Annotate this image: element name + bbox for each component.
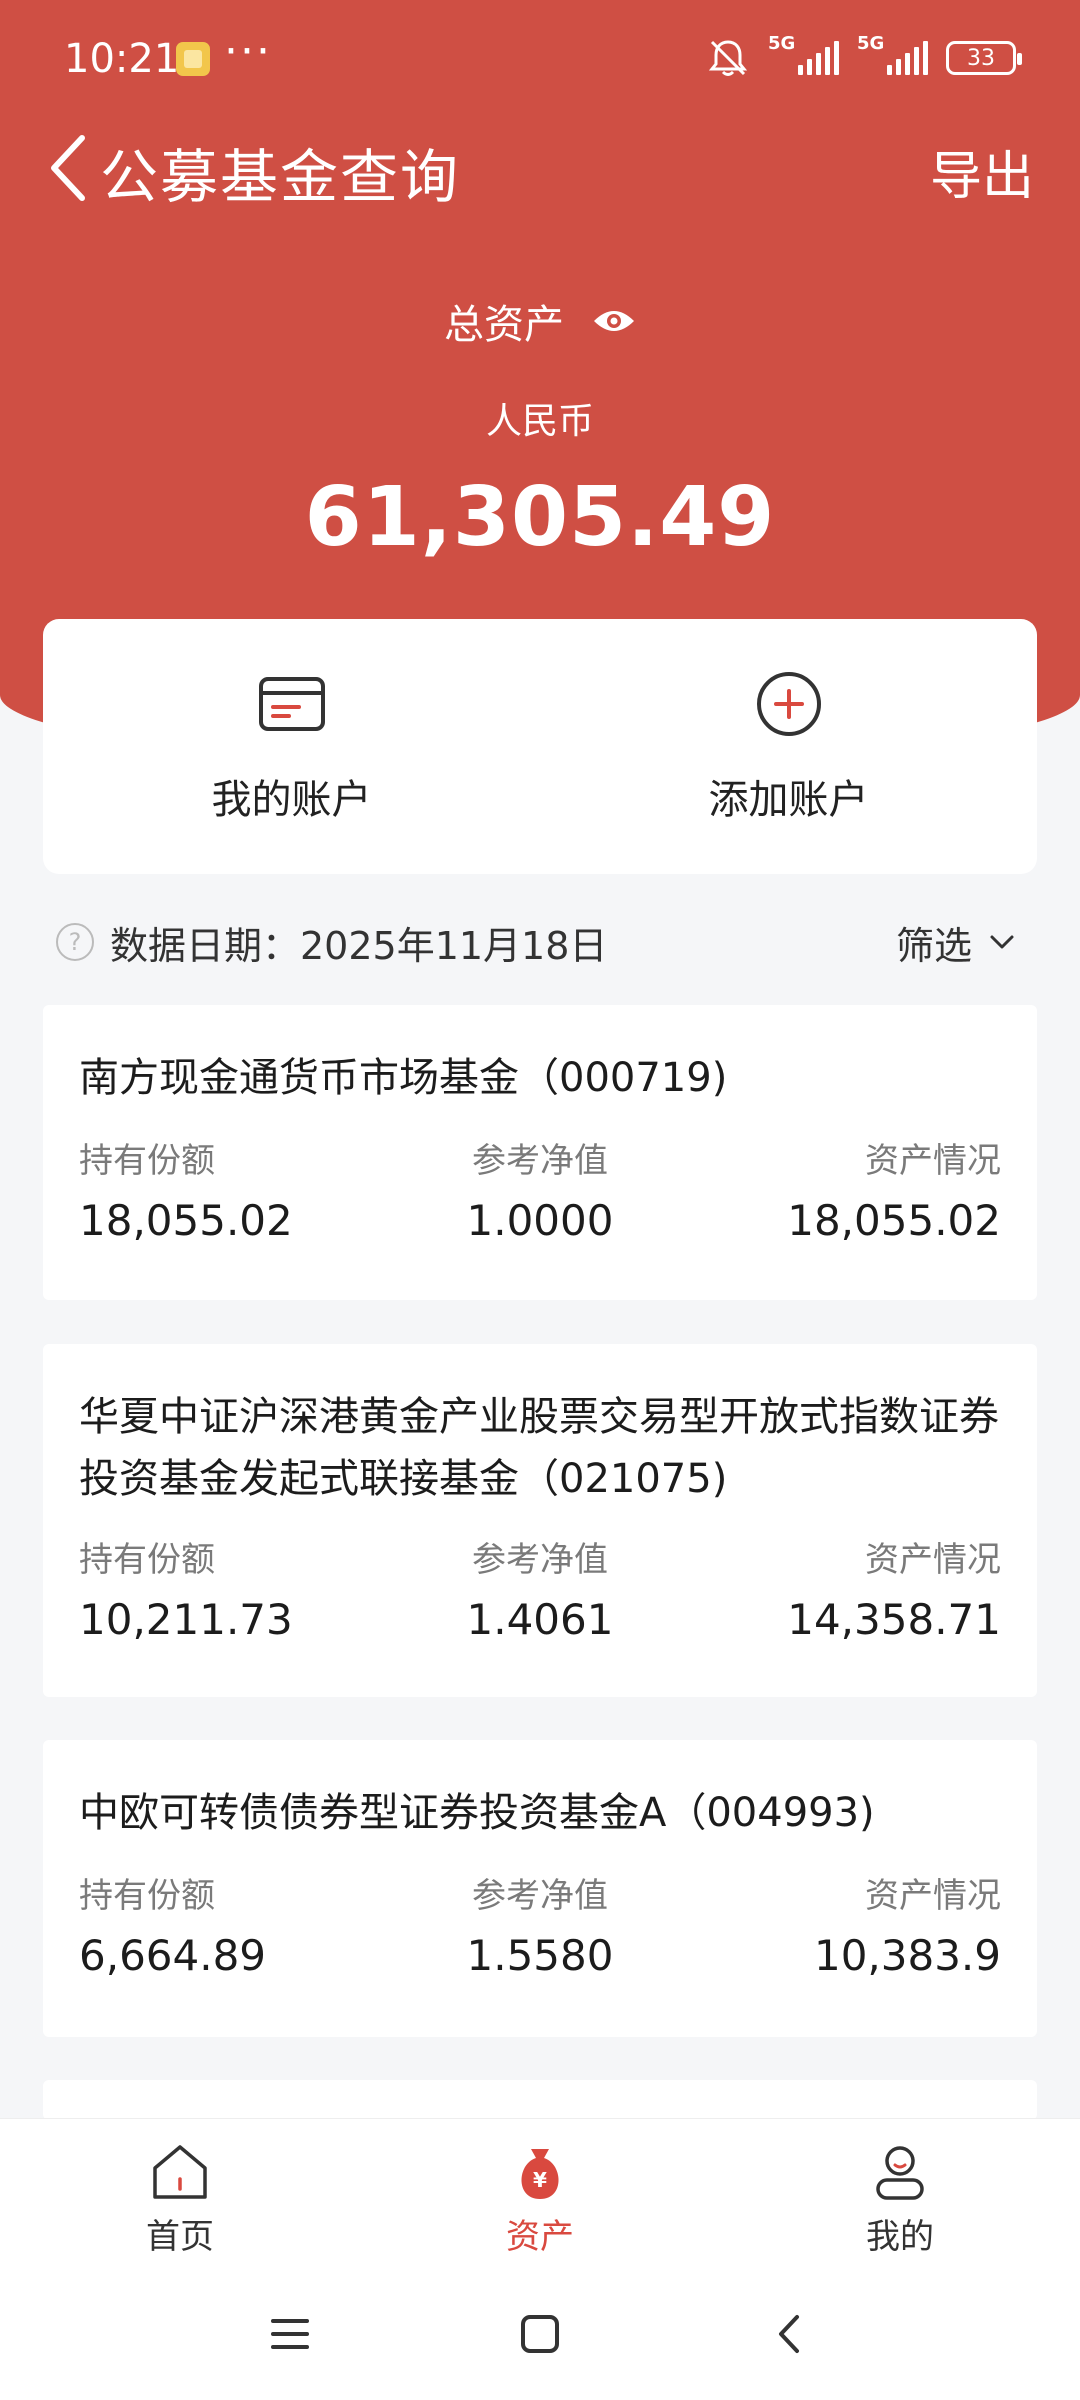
total-assets-value: 61,305.49 xyxy=(304,470,776,565)
filter-button[interactable]: 筛选 xyxy=(896,915,1016,970)
battery-icon: 33 xyxy=(946,41,1022,75)
asset-header: 资产情况 xyxy=(865,1141,1001,1181)
nav-header: 参考净值 xyxy=(472,1876,608,1916)
chevron-down-icon xyxy=(990,935,1014,949)
fund-card[interactable]: 华夏中证沪深港黄金产业股票交易型开放式指数证券投资基金发起式联接基金（02107… xyxy=(43,1344,1037,1697)
data-date: 数据日期：2025年11月18日 xyxy=(110,923,608,968)
tab-assets-label: 资产 xyxy=(506,2217,574,2257)
add-account-label: 添加账户 xyxy=(708,777,869,823)
fund-values: 持有份额 10,211.73 参考净值 1.4061 资产情况 14,358.7… xyxy=(79,1532,1001,1644)
tab-home[interactable]: 首页 xyxy=(0,2119,360,2268)
help-icon[interactable]: ? xyxy=(56,923,94,961)
mute-icon xyxy=(708,40,748,76)
signal-icon-2: 5G xyxy=(857,33,928,75)
fund-name: 南方现金通货币市场基金（000719) xyxy=(79,1055,728,1101)
system-navigation-bar xyxy=(0,2268,1080,2400)
asset-header: 资产情况 xyxy=(865,1540,1001,1580)
asset-value: 14,358.71 xyxy=(787,1595,1001,1644)
bottom-tab-bar: 首页 ¥ 资产 我的 xyxy=(0,2118,1080,2268)
svg-text:¥: ¥ xyxy=(533,2168,547,2192)
signal-icon-1: 5G xyxy=(768,33,839,75)
nav-value: 1.4061 xyxy=(466,1595,614,1644)
tab-mine[interactable]: 我的 xyxy=(720,2119,1080,2268)
status-icons: 5G 5G 33 xyxy=(706,33,1022,78)
fund-name: 华夏中证沪深港黄金产业股票交易型开放式指数证券投资基金发起式联接基金（02107… xyxy=(79,1394,999,1502)
back-arrow-icon[interactable] xyxy=(40,128,96,208)
nav-header: 参考净值 xyxy=(472,1540,608,1580)
notification-app-icon xyxy=(176,42,210,76)
shares-header: 持有份额 xyxy=(79,1876,215,1916)
status-bar: 10:21 ··· 5G 5G 33 xyxy=(0,0,1080,120)
plus-circle-icon xyxy=(756,672,821,736)
page-title: 公募基金查询 xyxy=(100,143,461,211)
asset-value: 10,383.9 xyxy=(813,1931,1001,1980)
fund-values: 持有份额 18,055.02 参考净值 1.0000 资产情况 18,055.0… xyxy=(79,1133,1001,1245)
export-button[interactable]: 导出 xyxy=(930,134,1034,209)
shares-value: 18,055.02 xyxy=(79,1196,293,1245)
currency-label: 人民币 xyxy=(485,401,594,442)
shares-value: 6,664.89 xyxy=(79,1931,267,1980)
tab-home-label: 首页 xyxy=(146,2217,214,2257)
fund-name: 中欧可转债债券型证券投资基金A（004993) xyxy=(79,1790,875,1836)
total-assets-label-row: 总资产 xyxy=(0,292,1080,350)
shares-header: 持有份额 xyxy=(79,1540,215,1580)
money-bag-icon: ¥ xyxy=(521,2149,559,2199)
total-assets-label: 总资产 xyxy=(444,302,564,348)
tab-assets[interactable]: ¥ 资产 xyxy=(360,2119,720,2268)
status-time: 10:21 xyxy=(64,36,180,82)
account-actions-card: 我的账户 添加账户 xyxy=(43,619,1037,874)
fund-values: 持有份额 6,664.89 参考净值 1.5580 资产情况 10,383.9 xyxy=(79,1868,1001,1980)
data-date-row: ? 数据日期：2025年11月18日 筛选 xyxy=(56,912,1016,972)
back-icon[interactable] xyxy=(765,2309,815,2359)
fund-card[interactable]: 南方现金通货币市场基金（000719) 持有份额 18,055.02 参考净值 … xyxy=(43,1005,1037,1300)
nav-value: 1.0000 xyxy=(466,1196,614,1245)
home-square-icon[interactable] xyxy=(515,2309,565,2359)
tab-mine-label: 我的 xyxy=(866,2217,934,2257)
my-account-button[interactable]: 我的账户 xyxy=(43,619,540,874)
menu-icon[interactable] xyxy=(265,2309,315,2359)
asset-header: 资产情况 xyxy=(865,1876,1001,1916)
my-account-label: 我的账户 xyxy=(211,777,372,823)
more-notifications: ··· xyxy=(224,26,272,77)
nav-header: 参考净值 xyxy=(472,1141,608,1181)
nav-value: 1.5580 xyxy=(466,1931,614,1980)
fund-card[interactable]: 中欧可转债债券型证券投资基金A（004993) 持有份额 6,664.89 参考… xyxy=(43,1740,1037,2037)
person-icon xyxy=(876,2146,924,2200)
shares-header: 持有份额 xyxy=(79,1141,215,1181)
asset-value: 18,055.02 xyxy=(787,1196,1001,1245)
eye-icon[interactable] xyxy=(592,307,636,335)
fund-card-partial[interactable] xyxy=(43,2080,1037,2120)
card-icon xyxy=(258,677,325,731)
home-icon xyxy=(153,2145,207,2199)
filter-label: 筛选 xyxy=(895,923,972,968)
shares-value: 10,211.73 xyxy=(79,1595,293,1644)
add-account-button[interactable]: 添加账户 xyxy=(540,619,1037,874)
